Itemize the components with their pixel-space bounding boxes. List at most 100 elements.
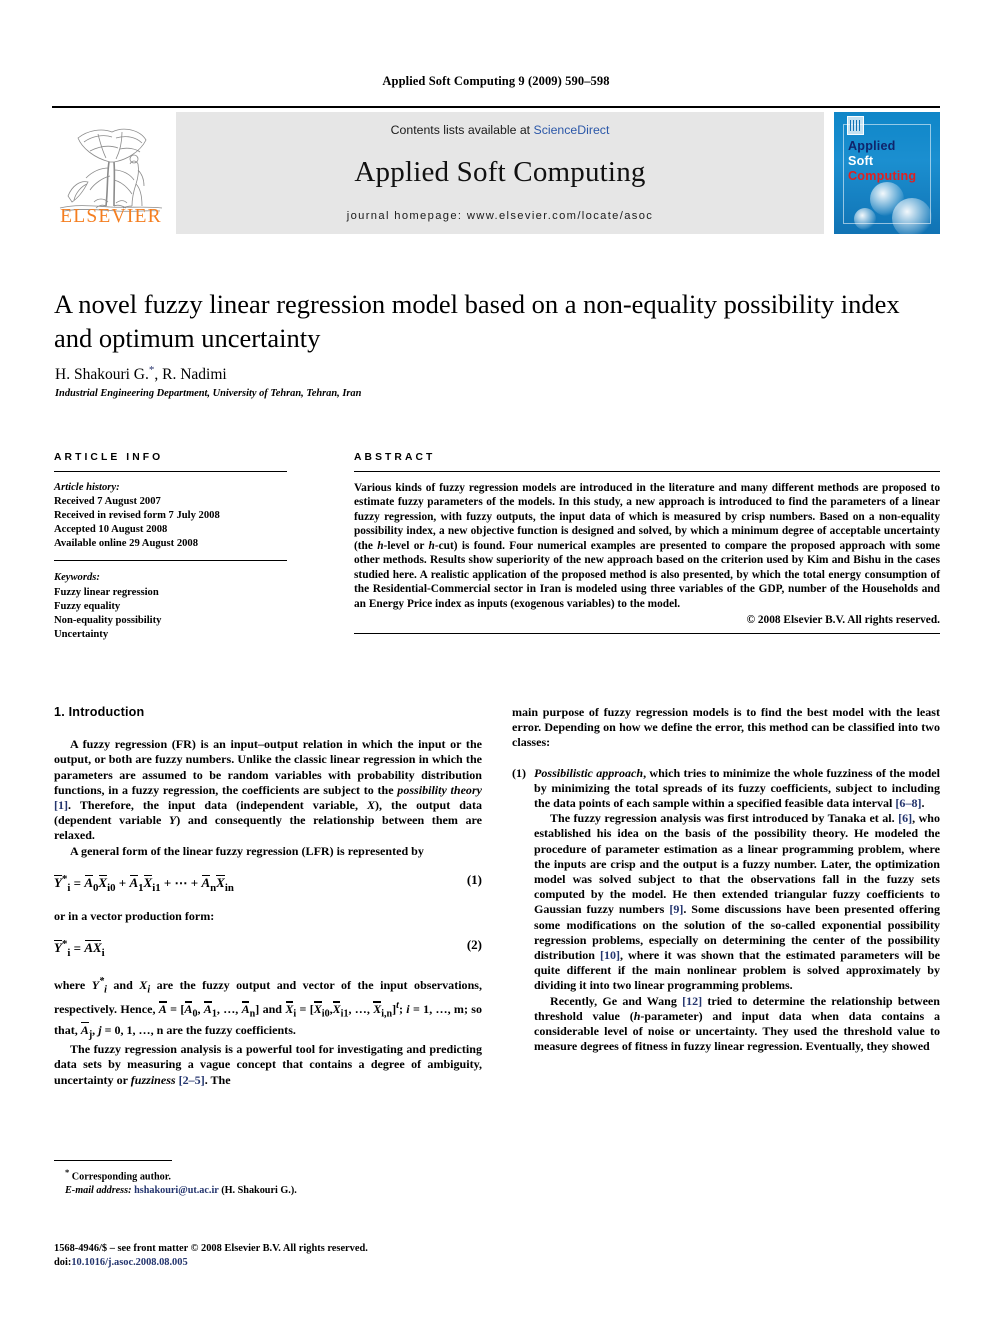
journal-cover-thumbnail[interactable]: Applied Soft Computing xyxy=(834,112,940,234)
divider xyxy=(54,471,287,472)
article-info-heading: ARTICLE INFO xyxy=(54,452,164,463)
email-link[interactable]: hshakouri@ut.ac.ir xyxy=(134,1185,219,1196)
divider xyxy=(354,471,940,472)
citation-link[interactable]: [12] xyxy=(682,994,702,1008)
keyword-item: Fuzzy linear regression xyxy=(54,586,159,598)
abstract-heading: ABSTRACT xyxy=(354,452,436,463)
footnote-block: * Corresponding author. E-mail address: … xyxy=(54,1160,482,1197)
equation-2: Y*i = AXi (2) xyxy=(54,937,482,960)
article-history-label: Article history: xyxy=(54,482,120,493)
journal-masthead: ELSEVIER Contents lists available at Sci… xyxy=(52,106,940,234)
divider xyxy=(54,560,287,562)
affiliation: Industrial Engineering Department, Unive… xyxy=(55,388,362,399)
elsevier-tree-logo: ELSEVIER xyxy=(54,118,168,230)
emphasis-possibilistic-approach: Possibilistic approach xyxy=(534,765,644,780)
text-run: where xyxy=(54,978,92,993)
body-column-right: main purpose of fuzzy regression models … xyxy=(512,705,940,1054)
doi-label: doi: xyxy=(54,1256,72,1268)
page-footer: 1568-4946/$ – see front matter © 2008 El… xyxy=(54,1242,574,1269)
paragraph: where Y*i and Xi are the fuzzy output an… xyxy=(54,976,483,1040)
keyword-item: Uncertainty xyxy=(54,628,109,640)
author-rest: , R. Nadimi xyxy=(154,366,227,384)
running-head: Applied Soft Computing 9 (2009) 590–598 xyxy=(382,74,610,88)
text-run: The fuzzy regression analysis is a power… xyxy=(54,1042,482,1087)
paragraph: main purpose of fuzzy regression models … xyxy=(512,705,940,750)
equation-1: Y*i = A0Xi0 + A1Xi1 + ⋯ + AnXin (1) xyxy=(54,871,482,894)
front-matter-line: 1568-4946/$ – see front matter © 2008 El… xyxy=(54,1243,368,1254)
paragraph: Possibilistic approach, which tries to m… xyxy=(534,766,940,812)
divider xyxy=(354,633,940,635)
text-run: Corresponding author. xyxy=(71,1171,171,1183)
list-marker: (1) xyxy=(512,765,527,780)
history-item: Available online 29 August 2008 xyxy=(54,538,199,550)
text-run: (H. Shakouri G.). xyxy=(221,1184,297,1196)
journal-title: Applied Soft Computing xyxy=(354,156,646,188)
equation-number: (2) xyxy=(466,937,482,953)
text-run: Recently, Ge and Wang xyxy=(550,993,683,1008)
author-list: H. Shakouri G.*, R. Nadimi xyxy=(55,364,911,384)
paragraph: The fuzzy regression analysis is a power… xyxy=(54,1042,482,1088)
sciencedirect-link[interactable]: ScienceDirect xyxy=(534,123,610,137)
article-info-block: ARTICLE INFO Article history: Received 7… xyxy=(54,452,287,642)
paragraph: or in a vector production form: xyxy=(54,908,215,923)
page-title: A novel fuzzy linear regression model ba… xyxy=(54,289,900,353)
email-note: E-mail address: hshakouri@ut.ac.ir (H. S… xyxy=(54,1184,482,1197)
text-run: , who established his idea on the basis … xyxy=(534,811,940,917)
author-1: H. Shakouri G. xyxy=(55,366,149,384)
citation-link[interactable]: [2–5] xyxy=(179,1073,205,1087)
abstract-block: ABSTRACT Various kinds of fuzzy regressi… xyxy=(354,452,940,635)
list-item: (1) Possibilistic approach, which tries … xyxy=(512,766,940,1055)
abstract-copyright: © 2008 Elsevier B.V. All rights reserved… xyxy=(746,614,940,627)
doi-link[interactable]: 10.1016/j.asoc.2008.08.005 xyxy=(71,1257,187,1268)
citation-link[interactable]: [9] xyxy=(669,902,683,916)
divider xyxy=(54,1160,172,1161)
doi-line: doi:10.1016/j.asoc.2008.08.005 xyxy=(54,1256,574,1270)
abstract-part-2: -level or xyxy=(383,539,429,552)
history-item: Accepted 10 August 2008 xyxy=(54,524,168,536)
section-heading-introduction: 1. Introduction xyxy=(54,705,145,719)
abstract-part-3: -cut) is found. Four numerical examples … xyxy=(354,539,940,610)
text-run: and xyxy=(106,978,140,993)
keyword-item: Fuzzy equality xyxy=(54,600,121,612)
text-run: . Therefore, the input data (independent… xyxy=(68,798,367,813)
paragraph: The fuzzy regression analysis was first … xyxy=(534,811,940,993)
abstract-text: Various kinds of fuzzy regression models… xyxy=(354,481,940,611)
journal-homepage[interactable]: journal homepage: www.elsevier.com/locat… xyxy=(176,210,824,222)
contents-prefix: Contents lists available at xyxy=(390,123,534,137)
publisher-logo-cell: ELSEVIER xyxy=(52,112,176,234)
body-column-left: 1. Introduction A fuzzy regression (FR) … xyxy=(54,705,482,1088)
contents-lists-line: Contents lists available at ScienceDirec… xyxy=(176,123,824,137)
journal-cover-cell: Applied Soft Computing xyxy=(824,112,940,234)
text-run: and xyxy=(259,1001,286,1016)
email-label: E-mail address: xyxy=(65,1184,132,1196)
cover-line-2: Soft xyxy=(848,154,874,168)
cover-line-1: Applied xyxy=(848,139,896,153)
masthead-center: Contents lists available at ScienceDirec… xyxy=(176,112,824,234)
text-run: . The xyxy=(204,1072,231,1087)
paper-page: Applied Soft Computing 9 (2009) 590–598 xyxy=(0,0,992,1323)
math-var-x: X xyxy=(366,798,376,813)
cover-line-3: Computing xyxy=(848,169,917,183)
corresponding-author-note: * Corresponding author. xyxy=(54,1166,482,1184)
emphasis-fuzziness: fuzziness xyxy=(130,1072,176,1087)
text-run: . xyxy=(921,796,925,811)
article-history: Article history: Received 7 August 2007 … xyxy=(54,481,287,551)
citation-link[interactable]: [10] xyxy=(600,948,620,962)
paragraph: A fuzzy regression (FR) is an input–outp… xyxy=(54,737,482,843)
citation-link[interactable]: [6] xyxy=(898,811,912,825)
text-run: The fuzzy regression analysis was first … xyxy=(550,811,899,826)
citation-link[interactable]: [6–8] xyxy=(895,796,921,810)
citation-link[interactable]: [1] xyxy=(54,798,68,812)
paragraph: A general form of the linear fuzzy regre… xyxy=(70,843,424,858)
history-item: Received 7 August 2007 xyxy=(54,496,161,508)
paragraph: Recently, Ge and Wang [12] tried to dete… xyxy=(534,994,940,1055)
cover-emblem-icon xyxy=(847,116,864,135)
text-run: = 0, 1, …, n are the fuzzy coefficients. xyxy=(101,1022,296,1037)
equation-number: (1) xyxy=(466,871,482,887)
history-item: Received in revised form 7 July 2008 xyxy=(54,510,220,522)
elsevier-wordmark: ELSEVIER xyxy=(60,206,162,227)
keywords-block: Keywords: Fuzzy linear regression Fuzzy … xyxy=(54,571,287,641)
keyword-item: Non-equality possibility xyxy=(54,614,162,626)
keywords-label: Keywords: xyxy=(54,572,100,584)
emphasis-possibility-theory: possibility theory xyxy=(397,782,482,797)
